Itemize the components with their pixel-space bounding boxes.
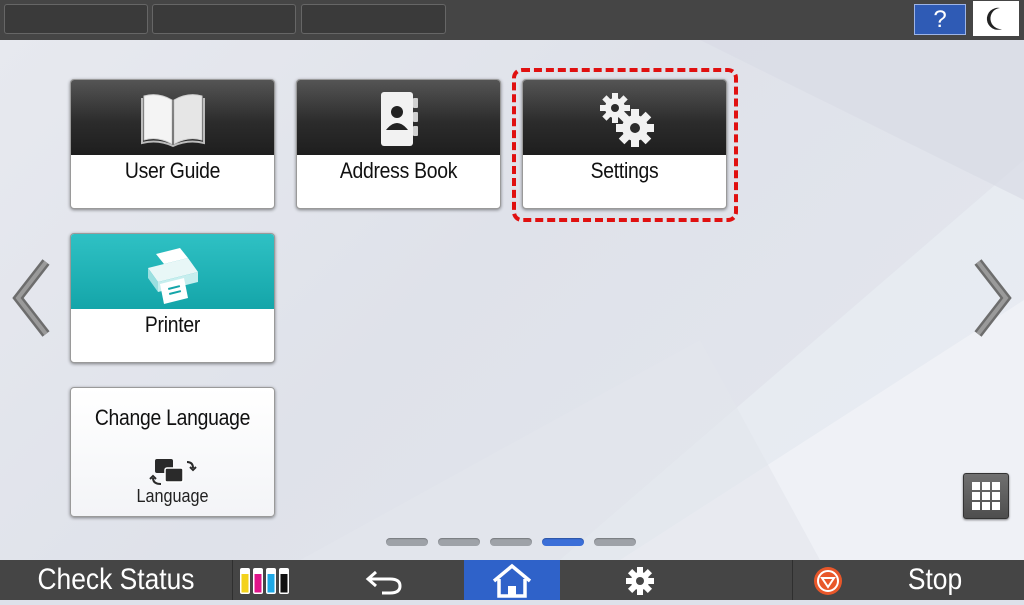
language-caption: Language: [136, 486, 209, 506]
previous-page-arrow[interactable]: [12, 258, 52, 338]
moon-icon: [986, 7, 1002, 30]
book-icon: [140, 94, 205, 148]
tile-header: [71, 80, 274, 155]
user-guide-tile[interactable]: User Guide: [70, 79, 275, 209]
settings-highlight-box: [512, 68, 738, 222]
top-shortcut-3[interactable]: [301, 4, 446, 34]
tile-header: [71, 234, 274, 309]
change-language-tile[interactable]: Change Language Language: [70, 387, 275, 517]
top-shortcut-1[interactable]: [4, 4, 148, 34]
printer-tile[interactable]: Printer: [70, 233, 275, 363]
check-status-button[interactable]: Check Status: [14, 560, 218, 600]
address-book-tile[interactable]: Address Book: [296, 79, 501, 209]
toner-level-icon: [240, 568, 289, 594]
printer-icon: [147, 248, 198, 304]
divider: [232, 560, 233, 600]
page-dot[interactable]: [490, 538, 532, 546]
page-dot[interactable]: [594, 538, 636, 546]
tile-label: Address Book: [339, 158, 458, 183]
page-dot[interactable]: [386, 538, 428, 546]
language-switch-icon: [149, 459, 197, 485]
sleep-button[interactable]: [973, 1, 1019, 36]
stop-button[interactable]: Stop: [887, 560, 984, 600]
help-button[interactable]: ?: [914, 4, 966, 35]
home-icon: [492, 563, 532, 598]
tile-label: Change Language: [94, 405, 251, 430]
gear-icon[interactable]: [624, 565, 656, 597]
tile-label: User Guide: [124, 158, 221, 183]
page-dot-active[interactable]: [542, 538, 584, 546]
tile-label: Printer: [144, 312, 201, 337]
stop-icon[interactable]: [812, 565, 844, 597]
home-screen: User Guide Address Book Settings Printer…: [0, 40, 1024, 560]
app-list-button[interactable]: [963, 473, 1009, 519]
top-shortcut-2[interactable]: [152, 4, 296, 34]
tile-header: [297, 80, 500, 155]
top-bar: ?: [0, 0, 1024, 40]
home-button[interactable]: [464, 560, 560, 600]
address-book-icon: [380, 92, 418, 146]
bottom-bar: Check Status Stop: [0, 560, 1024, 600]
next-page-arrow[interactable]: [972, 258, 1012, 338]
app-grid-icon: [972, 482, 1000, 510]
divider: [792, 560, 793, 600]
back-arrow-icon[interactable]: [364, 566, 406, 596]
page-dot[interactable]: [438, 538, 480, 546]
